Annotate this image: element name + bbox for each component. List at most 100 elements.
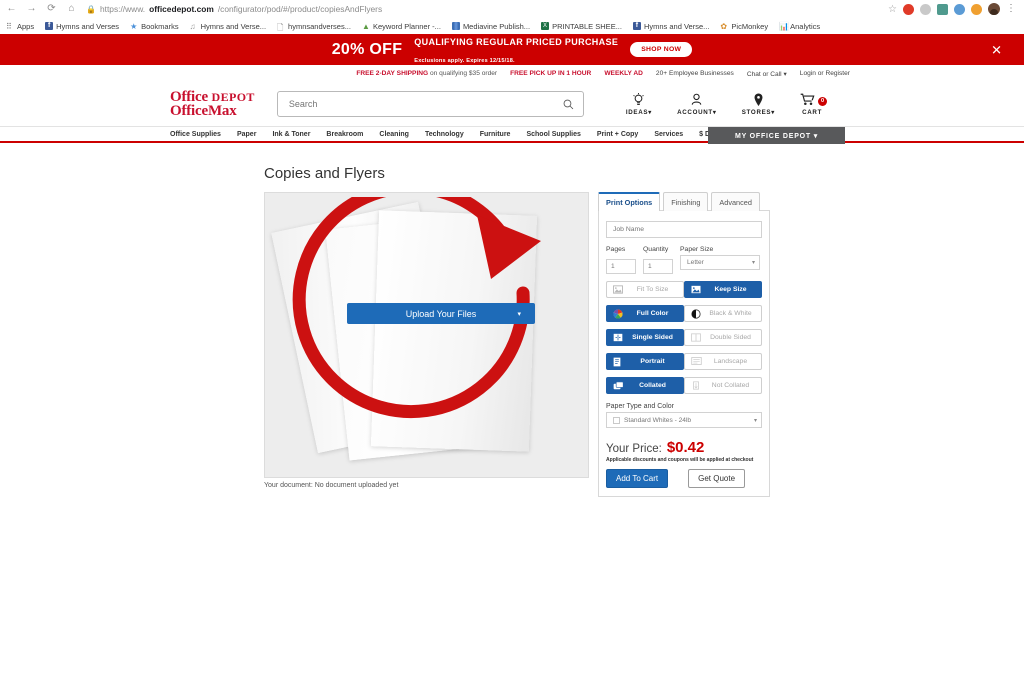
my-office-depot-button[interactable]: MY OFFICE DEPOT ▾ <box>708 127 845 144</box>
address-bar[interactable]: 🔒 https://www. officedepot.com/configurat… <box>86 2 888 16</box>
portrait-option[interactable]: Portrait <box>606 353 684 370</box>
nav-print-copy[interactable]: Print + Copy <box>597 131 638 138</box>
bookmark-label: PicMonkey <box>731 21 769 31</box>
tab-print-options[interactable]: Print Options <box>598 192 661 211</box>
extension-red-icon[interactable] <box>903 3 914 15</box>
bookmark-bookmarks[interactable]: ★ Bookmarks <box>130 21 179 32</box>
utility-pickup[interactable]: FREE PICK UP IN 1 HOUR <box>510 70 591 77</box>
bookmark-star-icon[interactable]: ☆ <box>888 4 897 15</box>
bookmark-printable-sheet[interactable]: X PRINTABLE SHEE... <box>541 22 622 31</box>
nav-paper[interactable]: Paper <box>237 131 256 138</box>
utility-employee-businesses[interactable]: 20+ Employee Businesses <box>656 70 734 77</box>
job-name-input[interactable] <box>606 221 762 238</box>
bookmark-analytics[interactable]: 📊 Analytics <box>779 21 821 32</box>
bookmark-label: Bookmarks <box>141 21 179 31</box>
shop-now-button[interactable]: SHOP NOW <box>630 42 693 57</box>
utility-chat-or-call[interactable]: Chat or Call ▾ <box>747 70 787 78</box>
document-status: Your document: No document uploaded yet <box>264 482 399 489</box>
browser-nav-buttons: ← → ⟳ ⌂ <box>6 4 77 14</box>
configurator: Upload Your Files ▾ Your document: No do… <box>264 192 1024 497</box>
home-icon[interactable]: ⌂ <box>66 4 77 14</box>
profile-avatar-icon[interactable] <box>988 3 1000 15</box>
bookmark-keyword-planner[interactable]: ▲ Keyword Planner -... <box>362 22 441 32</box>
page-title: Copies and Flyers <box>264 165 385 182</box>
bookmark-apps[interactable]: ⠿ Apps <box>6 22 34 32</box>
location-pin-icon <box>742 92 775 108</box>
add-to-cart-button[interactable]: Add To Cart <box>606 469 669 488</box>
chevron-down-icon: ▾ <box>648 108 653 116</box>
header-action-stores[interactable]: STORES▾ <box>742 92 775 116</box>
single-sided-option[interactable]: Single Sided <box>606 329 684 346</box>
extension-pin-icon[interactable] <box>954 3 965 15</box>
search-icon[interactable] <box>563 99 574 110</box>
fit-to-size-option[interactable]: Fit To Size <box>606 281 684 298</box>
collate-toggle: Collated Not Collated <box>606 377 762 394</box>
facebook-icon: f <box>45 22 54 30</box>
black-and-white-option[interactable]: Black & White <box>684 305 762 322</box>
document-preview-panel[interactable]: Upload Your Files ▾ <box>264 192 589 478</box>
pages-input[interactable] <box>606 259 636 274</box>
color-mode-toggle: Full Color Black & White <box>606 305 762 322</box>
bookmark-hymns-1[interactable]: f Hymns and Verses <box>45 22 119 31</box>
bookmark-label: Analytics <box>790 21 821 31</box>
bookmark-label: Hymns and Verses <box>56 21 120 31</box>
single-sided-label: Single Sided <box>632 334 673 341</box>
office-depot-logo[interactable]: Office DEPOT OfficeMax <box>170 89 255 119</box>
preview-column: Upload Your Files ▾ Your document: No do… <box>264 192 589 489</box>
nav-ink-toner[interactable]: Ink & Toner <box>272 131 310 138</box>
nav-office-supplies[interactable]: Office Supplies <box>170 131 221 138</box>
fit-to-size-label: Fit To Size <box>636 286 669 293</box>
url-scheme: https://www. <box>99 4 146 14</box>
extension-orange-icon[interactable] <box>971 3 982 15</box>
browser-chrome: ← → ⟳ ⌂ 🔒 https://www. officedepot.com/co… <box>0 0 1024 34</box>
back-icon[interactable]: ← <box>6 4 17 14</box>
close-icon[interactable]: ✕ <box>991 43 1002 56</box>
upload-your-files-button[interactable]: Upload Your Files ▾ <box>347 303 535 324</box>
paper-size-select[interactable]: Letter ▾ <box>680 255 760 270</box>
bookmark-hymnsandverses[interactable]: 🗋 hymnsandverses... <box>277 22 351 33</box>
keep-size-option[interactable]: Keep Size <box>684 281 762 298</box>
tab-advanced[interactable]: Advanced <box>711 192 760 211</box>
quantity-input[interactable] <box>643 259 673 274</box>
single-page-icon <box>613 333 623 342</box>
nav-furniture[interactable]: Furniture <box>480 131 511 138</box>
reload-icon[interactable]: ⟳ <box>46 4 57 14</box>
forward-icon[interactable]: → <box>26 4 37 14</box>
search-box[interactable] <box>276 91 584 117</box>
nav-services[interactable]: Services <box>654 131 683 138</box>
nav-cleaning[interactable]: Cleaning <box>379 131 409 138</box>
bookmark-hymns-2[interactable]: ♫ Hymns and Verse... <box>190 22 266 32</box>
collated-option[interactable]: Collated <box>606 377 684 394</box>
utility-login-register[interactable]: Login or Register <box>800 70 850 77</box>
search-input[interactable] <box>286 98 563 110</box>
full-color-option[interactable]: Full Color <box>606 305 684 322</box>
not-collated-option[interactable]: Not Collated <box>684 377 762 394</box>
double-sided-option[interactable]: Double Sided <box>684 329 762 346</box>
header-action-ideas[interactable]: IDEAS▾ <box>625 92 653 116</box>
extension-teal-icon[interactable] <box>937 3 948 15</box>
header-action-account[interactable]: ACCOUNT▾ <box>677 93 717 116</box>
bookmark-picmonkey[interactable]: ✿ PicMonkey <box>720 21 769 32</box>
landscape-option[interactable]: Landscape <box>684 353 762 370</box>
nav-school-supplies[interactable]: School Supplies <box>526 131 580 138</box>
nav-breakroom[interactable]: Breakroom <box>326 131 363 138</box>
portrait-label: Portrait <box>640 358 665 365</box>
utility-shipping-strong: FREE 2-DAY SHIPPING <box>356 70 429 77</box>
header-action-label: IDEAS <box>625 108 649 116</box>
pages-field: Pages <box>606 246 636 274</box>
bookmark-mediavine[interactable]: Mediavine Publish... <box>451 22 530 31</box>
get-quote-button[interactable]: Get Quote <box>688 469 746 488</box>
logo-officemax: OfficeMax <box>170 102 237 119</box>
bookmark-hymns-3[interactable]: f Hymns and Verse... <box>632 22 709 31</box>
header-actions: IDEAS▾ ACCOUNT▾ STORES▾ 0 CART <box>625 92 828 116</box>
price-disclaimer: Applicable discounts and coupons will be… <box>606 457 754 463</box>
nav-technology[interactable]: Technology <box>425 131 464 138</box>
tab-finishing[interactable]: Finishing <box>663 192 709 211</box>
header-action-cart[interactable]: 0 CART <box>800 93 828 116</box>
paper-type-select[interactable]: Standard Whites - 24lb ▾ <box>606 412 762 428</box>
utility-shipping[interactable]: FREE 2-DAY SHIPPING on qualifying $35 or… <box>356 70 497 77</box>
utility-weekly-ad[interactable]: WEEKLY AD <box>604 70 643 77</box>
extension-gray-icon[interactable] <box>920 3 931 15</box>
browser-toolbar-icons: ☆ ⋮ <box>888 3 1018 15</box>
chrome-menu-icon[interactable]: ⋮ <box>1006 4 1016 14</box>
